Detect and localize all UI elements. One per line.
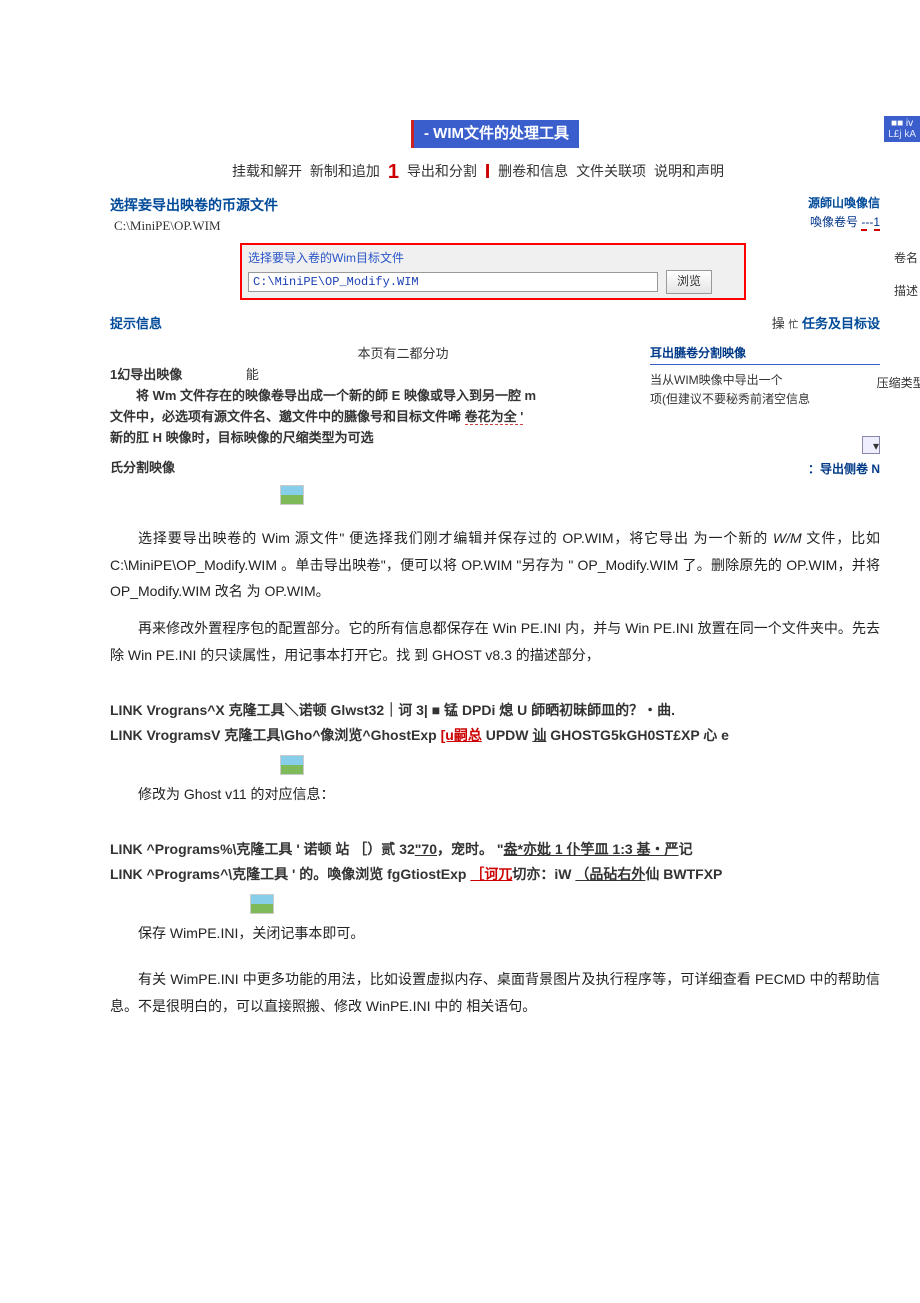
mid-line-b2: 能	[246, 367, 259, 382]
mid-line-c: 将 Wm 文件存在的映像卷导出成一个新的師 E 映像或导入到另一腔 m	[110, 386, 636, 407]
tab-export[interactable]: 导出和分割	[407, 163, 477, 179]
tab-mount[interactable]: 挂载和解开	[232, 163, 302, 179]
p5: 有关 WimPE.INI 中更多功能的用法，比如设置虚拟内存、桌面背景图片及执行…	[110, 966, 880, 1019]
target-file-panel: 选择要导入卷的Wim目标文件 浏览	[240, 243, 746, 299]
link3-b: "70	[415, 841, 437, 857]
p1-b: W/M	[773, 530, 802, 546]
p4: 保存 WimPE.INI，关闭记事本即可。	[110, 920, 880, 947]
right-hdr-split: 耳出臙卷分割映像	[650, 344, 880, 364]
mid-line-a: 本页有二都分功	[170, 344, 636, 365]
link4-a: LINK ^Programs^\克隆工具 ' 的。喚像浏览 fgGtiostEx…	[110, 866, 470, 882]
source-file-path: C:\MiniPE\OP.WIM	[114, 216, 278, 237]
mid-line-b: 1幻导出映像	[110, 367, 182, 382]
link4-c: 切亦：iW	[512, 866, 575, 882]
link1: LINK Vrograns^X 克隆工具＼诺顿 Glwst32｜诃 3| ■ 锰…	[110, 698, 880, 723]
right-line-3: 项(但建议不要秘秀前渚空信息	[650, 390, 880, 409]
placeholder-image-1	[280, 485, 304, 505]
mid-line-d: 文件中，必选项有源文件名、邈文件中的臙像号和目标文件唏	[110, 409, 461, 424]
link2-c: UPDW	[482, 727, 533, 743]
hint-label: 捉示信息	[110, 314, 162, 335]
link2-b: [u嗣总	[441, 727, 482, 743]
p2: 再来修改外置程序包的配置部分。它的所有信息都保存在 Win PE.INI 内，并…	[110, 615, 880, 668]
tab-assoc[interactable]: 文件关联项	[576, 163, 646, 179]
image-volume-value: ---1	[861, 215, 880, 231]
tab-bar: 挂载和解开 新制和追加 1 导出和分割 I 删卷和信息 文件关联项 说明和声明	[80, 156, 880, 188]
ops-label-small: 忙	[788, 320, 798, 331]
placeholder-image-3	[250, 894, 274, 914]
link2-d: 讪	[532, 727, 546, 743]
source-image-info-label: 源師山喚像信	[808, 194, 880, 213]
ops-label-1: 操	[772, 316, 785, 331]
app-title-badge: - WIM文件的处理工具	[411, 120, 579, 148]
dropdown-toggle-icon[interactable]: ▾	[862, 436, 880, 454]
link-block-1: LINK Vrograns^X 克隆工具＼诺顿 Glwst32｜诃 3| ■ 锰…	[110, 698, 880, 748]
ops-label-2: 任务及目标设	[802, 316, 880, 331]
mid-line-f: 氏分割映像	[110, 458, 636, 479]
source-file-label: 选挥妾导出映卷的币源文件	[110, 194, 278, 216]
link3-c: ，宠时。 "	[437, 841, 504, 857]
right-line-4: ：导出侧卷 N	[650, 460, 880, 479]
tab-about[interactable]: 说明和声明	[654, 163, 724, 179]
link4-d: （品砧右外	[575, 866, 645, 882]
tab-marker-i: I	[485, 161, 491, 183]
vol-desc-label: 描述：	[894, 282, 920, 301]
link4-b: ［诃兀	[470, 866, 512, 882]
link3-a: LINK ^Programs%\克隆工具 ' 诺顿 站 ［）贰 32	[110, 841, 415, 857]
target-file-input[interactable]	[248, 272, 658, 292]
link3-e: 记	[679, 841, 693, 857]
target-file-label: 选择要导入卷的Wim目标文件	[248, 249, 738, 268]
corner-badge: ■■ iv L£j kA	[884, 116, 920, 142]
compress-label: 压缩类型	[877, 376, 920, 390]
p3: 修改为 Ghost v11 的对应信息：	[110, 781, 880, 808]
tab-marker-1: 1	[388, 161, 399, 183]
right-line-2: 当从WIM映像中导出一个	[650, 371, 880, 390]
mid-line-e: 新的肛 H 映像时，目标映像的尺缩类型为可选	[110, 428, 636, 449]
link2-a: LINK VrogramsV 克隆工具\Gho^像浏览^GhostExp	[110, 727, 441, 743]
corner-badge-row2: L£j kA	[888, 129, 916, 140]
link4-e: 仙 BWTFXP	[645, 866, 722, 882]
mid-line-d2: 卷花为全 '	[465, 409, 524, 425]
link2-e: GHOSTG5kGH0ST£XP 心 e	[546, 727, 729, 743]
image-volume-label: 喚像卷号	[810, 215, 858, 229]
link3-d: 盎*亦妣 1 仆竽皿 1:3 基・严	[504, 841, 679, 857]
corner-badge-row1: ■■ iv	[888, 118, 916, 129]
body-text: 选择要导出映卷的 Wim 源文件" 便选择我们刚才编辑并保存过的 OP.WIM，…	[110, 525, 880, 668]
placeholder-image-2	[280, 755, 304, 775]
browse-button[interactable]: 浏览	[666, 270, 712, 293]
tab-delete[interactable]: 删卷和信息	[498, 163, 568, 179]
tab-new[interactable]: 新制和追加	[310, 163, 380, 179]
vol-name-label: 卷名：	[894, 249, 920, 268]
p1-a: 选择要导出映卷的 Wim 源文件" 便选择我们刚才编辑并保存过的 OP.WIM，…	[138, 530, 773, 546]
link-block-2: LINK ^Programs%\克隆工具 ' 诺顿 站 ［）贰 32"70，宠时…	[110, 837, 880, 887]
